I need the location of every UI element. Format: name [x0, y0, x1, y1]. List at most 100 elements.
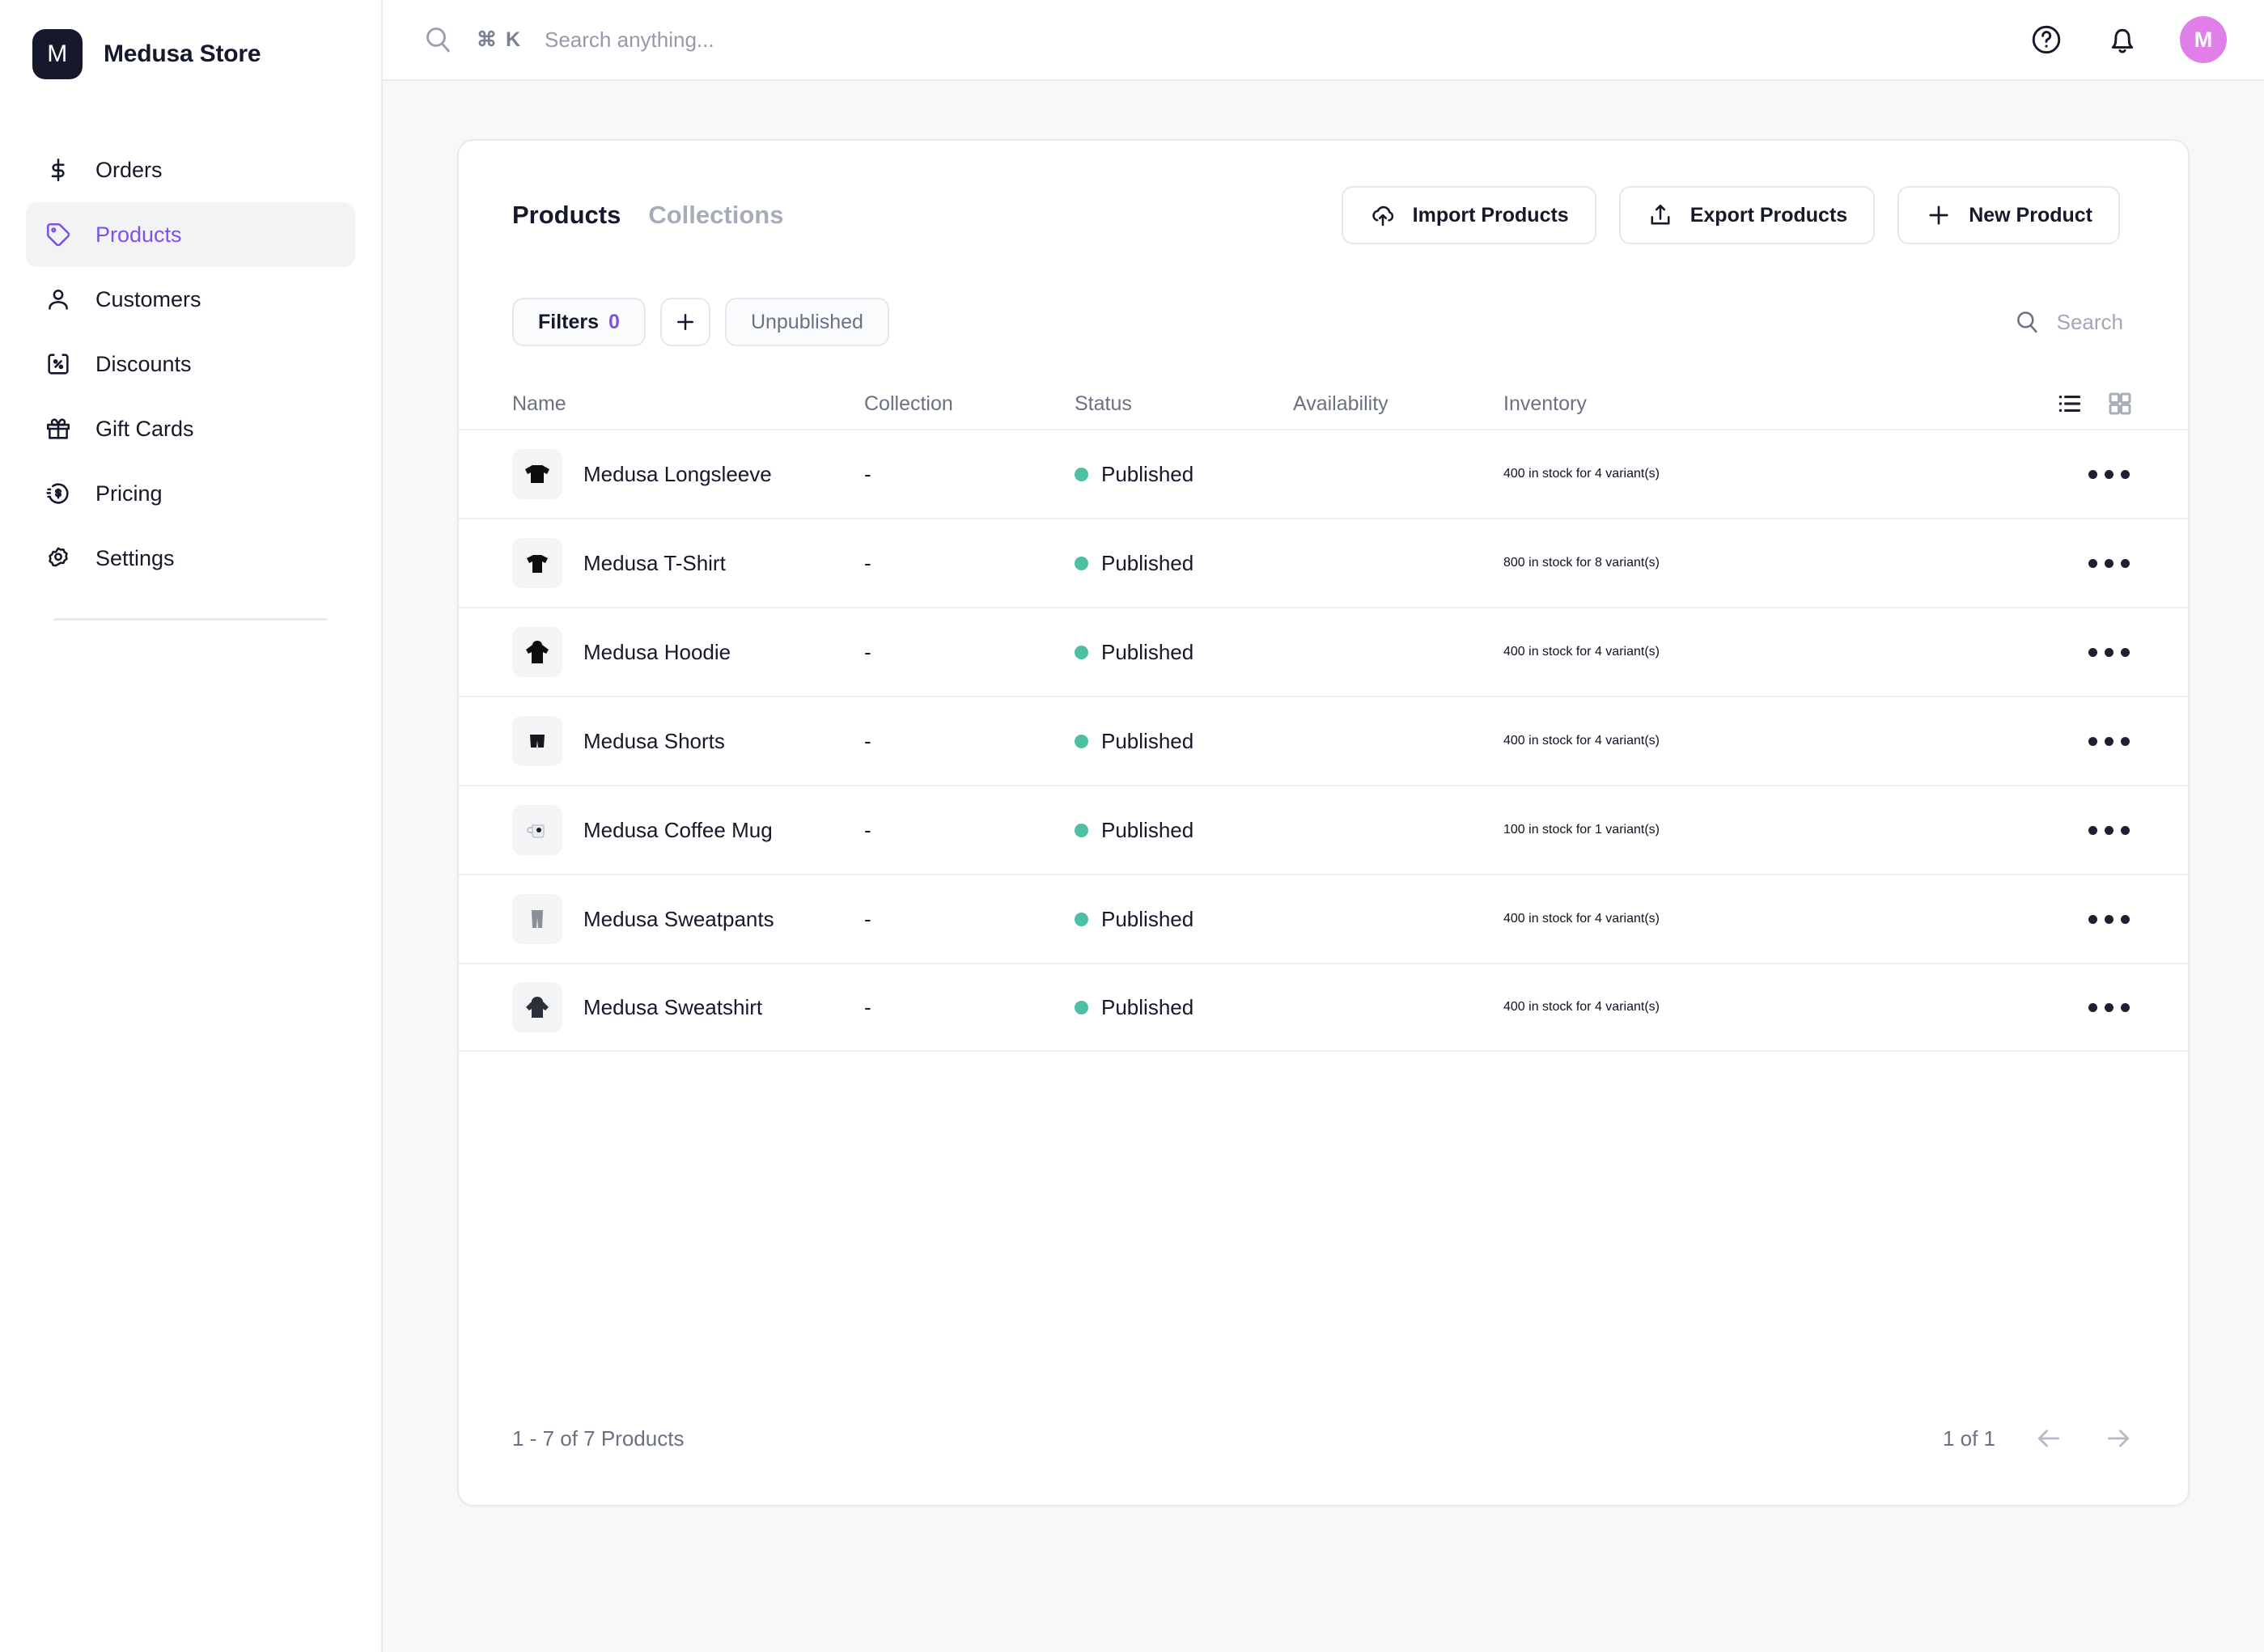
tab-collections[interactable]: Collections: [648, 201, 783, 230]
bell-icon[interactable]: [2104, 21, 2141, 58]
cell-inventory: 400 in stock for 4 variant(s): [1503, 467, 1660, 481]
cell-status: Published: [1075, 729, 1293, 754]
cell-collection: -: [864, 639, 871, 664]
sidebar-divider: [53, 618, 328, 621]
sidebar-item-pricing[interactable]: Pricing: [26, 461, 355, 526]
coin-dollar-icon: [44, 479, 73, 508]
topbar-actions: M: [2028, 16, 2227, 63]
cell-inventory: 400 in stock for 4 variant(s): [1503, 734, 1660, 748]
row-actions-menu-icon[interactable]: [2084, 637, 2135, 668]
cell-name: Medusa Sweatpants: [512, 894, 864, 944]
sidebar-item-customers[interactable]: Customers: [26, 267, 355, 332]
avatar[interactable]: M: [2180, 16, 2227, 63]
product-name: Medusa Hoodie: [583, 639, 731, 664]
cell-status: Published: [1075, 907, 1293, 932]
cell-inventory: 400 in stock for 4 variant(s): [1503, 1000, 1660, 1014]
product-thumbnail-sweatshirt: [512, 982, 562, 1032]
filters-label: Filters: [538, 310, 600, 333]
grid-view-icon[interactable]: [2105, 389, 2135, 418]
column-header-availability: Availability: [1293, 392, 1389, 415]
sidebar-item-settings[interactable]: Settings: [26, 526, 355, 591]
sidebar-item-label: Products: [95, 222, 182, 247]
status-dot-icon: [1075, 912, 1088, 926]
table-footer: 1 - 7 of 7 Products 1 of 1: [459, 1422, 2188, 1505]
new-product-label: New Product: [1969, 203, 2092, 227]
arrow-left-icon[interactable]: [2033, 1422, 2065, 1455]
status-label: Published: [1101, 639, 1194, 664]
cell-name: Medusa Longsleeve: [512, 449, 864, 499]
cell-name: Medusa Hoodie: [512, 627, 864, 677]
cell-collection: -: [864, 550, 871, 575]
products-card: Products Collections Import Products Exp…: [457, 139, 2190, 1506]
export-products-button[interactable]: Export Products: [1618, 186, 1876, 244]
row-actions-menu-icon[interactable]: [2084, 726, 2135, 757]
sidebar-item-orders[interactable]: Orders: [26, 138, 355, 202]
product-name: Medusa Sweatpants: [583, 906, 774, 931]
status-dot-icon: [1075, 645, 1088, 659]
table-row[interactable]: Medusa Sweatpants - Published 400 in sto…: [459, 874, 2188, 963]
list-view-icon[interactable]: [2055, 389, 2084, 418]
cell-collection: -: [864, 817, 871, 842]
product-name: Medusa Longsleeve: [583, 461, 772, 486]
row-actions-menu-icon[interactable]: [2084, 992, 2135, 1023]
sidebar-item-label: Customers: [95, 286, 201, 311]
brand-logo: M: [32, 29, 83, 79]
sidebar-item-products[interactable]: Products: [26, 202, 355, 267]
search-placeholder: Search anything...: [545, 27, 714, 52]
cell-status: Published: [1075, 551, 1293, 576]
row-actions-menu-icon[interactable]: [2084, 459, 2135, 490]
results-range-label: 1 - 7 of 7 Products: [512, 1425, 685, 1451]
page-content: Products Collections Import Products Exp…: [383, 81, 2264, 1652]
import-products-button[interactable]: Import Products: [1341, 186, 1596, 244]
tab-products[interactable]: Products: [512, 201, 621, 230]
table-search-input[interactable]: Search: [2013, 308, 2135, 336]
arrow-right-icon[interactable]: [2102, 1422, 2135, 1455]
cell-status: Published: [1075, 462, 1293, 487]
table-row[interactable]: Medusa Longsleeve - Published 400 in sto…: [459, 429, 2188, 518]
row-actions-menu-icon[interactable]: [2084, 904, 2135, 935]
cell-name: Medusa Sweatshirt: [512, 982, 864, 1032]
page-indicator: 1 of 1: [1942, 1425, 1995, 1451]
product-name: Medusa Sweatshirt: [583, 994, 763, 1019]
cell-actions: [2046, 459, 2135, 490]
gift-icon: [44, 414, 73, 443]
cell-actions: [2046, 815, 2135, 846]
cell-status: Published: [1075, 818, 1293, 843]
help-circle-icon[interactable]: [2028, 21, 2065, 58]
sidebar: M Medusa Store Orders Products Customers…: [0, 0, 383, 1652]
cell-inventory: 100 in stock for 1 variant(s): [1503, 823, 1660, 837]
new-product-button[interactable]: New Product: [1897, 186, 2120, 244]
main-area: ⌘ K Search anything... M Products Collec…: [383, 0, 2264, 1652]
sidebar-item-discounts[interactable]: Discounts: [26, 332, 355, 396]
filters-chip[interactable]: Filters 0: [512, 298, 646, 346]
filter-controls: Filters 0 Unpublished: [512, 298, 889, 346]
cell-actions: [2046, 726, 2135, 757]
column-header-inventory: Inventory: [1503, 392, 1587, 415]
table-row[interactable]: Medusa Sweatshirt - Published 400 in sto…: [459, 963, 2188, 1052]
product-thumbnail-sweatpants: [512, 894, 562, 944]
page-tabs: Products Collections: [512, 201, 783, 230]
row-actions-menu-icon[interactable]: [2084, 815, 2135, 846]
table-row[interactable]: Medusa T-Shirt - Published 800 in stock …: [459, 518, 2188, 607]
cell-collection: -: [864, 461, 871, 486]
brand[interactable]: M Medusa Store: [0, 0, 381, 81]
add-filter-button[interactable]: [659, 298, 710, 346]
table-row[interactable]: Medusa Hoodie - Published 400 in stock f…: [459, 607, 2188, 696]
sidebar-item-label: Settings: [95, 545, 175, 570]
product-name: Medusa T-Shirt: [583, 550, 726, 575]
cell-actions: [2046, 548, 2135, 579]
cell-inventory: 400 in stock for 4 variant(s): [1503, 645, 1660, 659]
row-actions-menu-icon[interactable]: [2084, 548, 2135, 579]
table-search-placeholder: Search: [2056, 309, 2123, 334]
status-label: Published: [1101, 550, 1194, 575]
status-label: Published: [1101, 994, 1194, 1019]
sidebar-item-gift-cards[interactable]: Gift Cards: [26, 396, 355, 461]
cell-collection: -: [864, 728, 871, 753]
unpublished-filter-chip[interactable]: Unpublished: [724, 298, 889, 346]
status-dot-icon: [1075, 734, 1088, 748]
table-row[interactable]: Medusa Shorts - Published 400 in stock f…: [459, 696, 2188, 785]
status-dot-icon: [1075, 1000, 1088, 1014]
gear-icon: [44, 544, 73, 573]
table-row[interactable]: Medusa Coffee Mug - Published 100 in sto…: [459, 785, 2188, 874]
global-search-input[interactable]: ⌘ K Search anything...: [422, 23, 2028, 56]
